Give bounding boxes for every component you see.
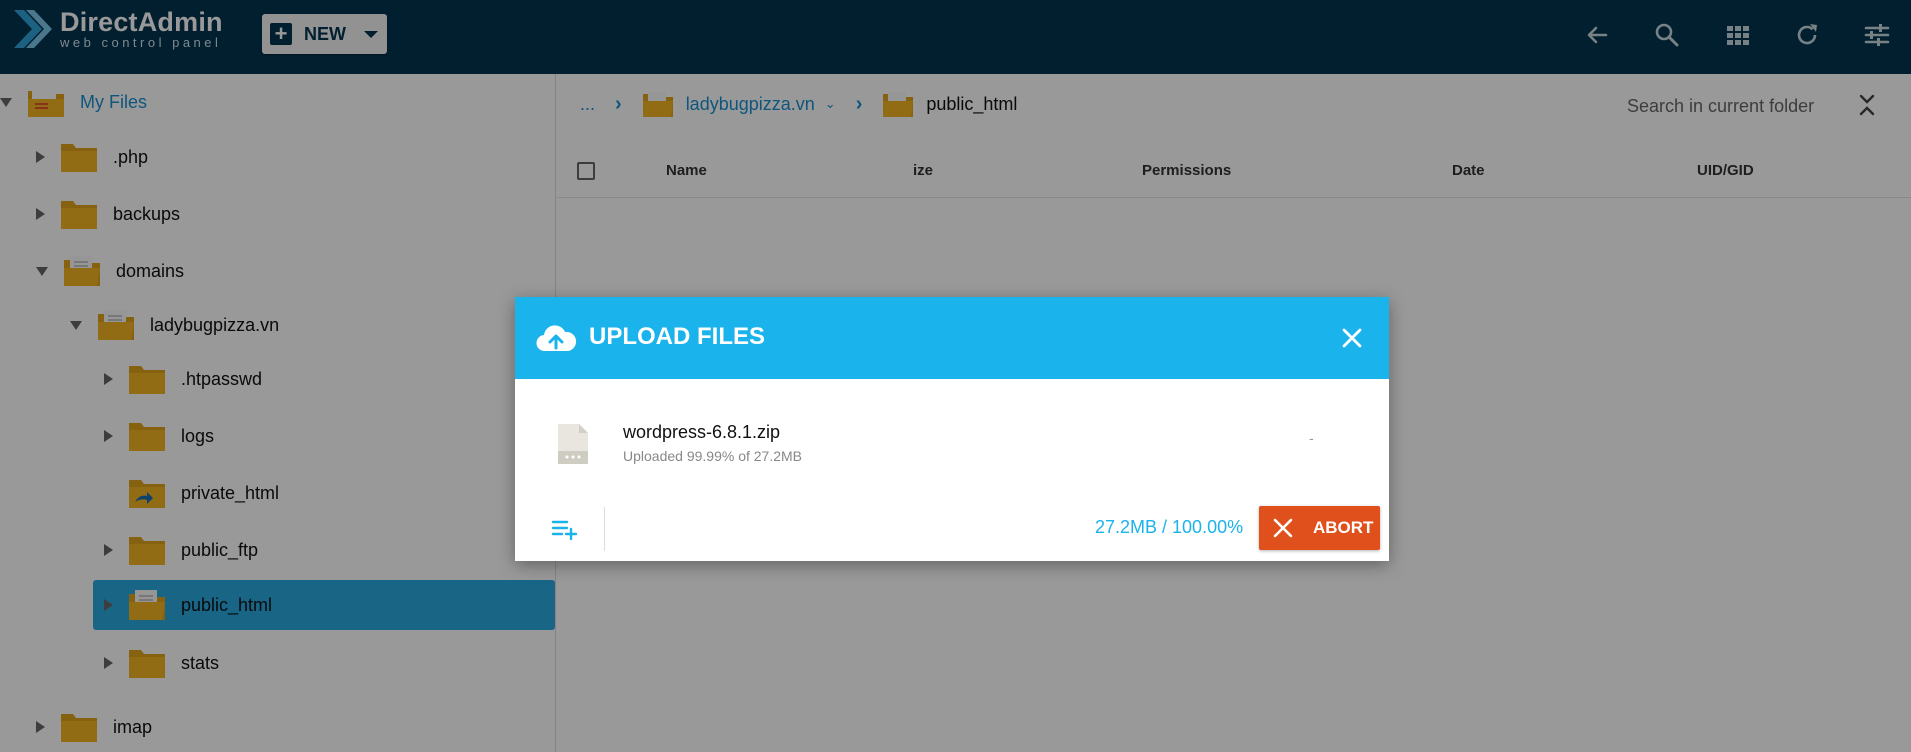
upload-file-extra: - <box>1309 430 1314 446</box>
abort-button-label: ABORT <box>1313 518 1374 537</box>
abort-button[interactable]: ABORT <box>1259 506 1380 550</box>
upload-file-name: wordpress-6.8.1.zip <box>623 422 781 442</box>
file-icon <box>558 424 588 464</box>
upload-progress-text: 27.2MB / 100.00% <box>1095 517 1244 537</box>
upload-dialog: UPLOAD FILES wordpress-6.8.1.zip Uploade… <box>515 297 1389 561</box>
add-to-queue-icon[interactable] <box>551 517 579 541</box>
close-icon <box>1273 518 1293 538</box>
divider <box>604 507 605 551</box>
dialog-header: UPLOAD FILES <box>515 297 1389 379</box>
cloud-upload-icon <box>536 325 577 352</box>
dialog-title: UPLOAD FILES <box>589 323 766 350</box>
upload-file-status: Uploaded 99.99% of 27.2MB <box>623 448 803 464</box>
close-icon[interactable] <box>1341 327 1363 349</box>
